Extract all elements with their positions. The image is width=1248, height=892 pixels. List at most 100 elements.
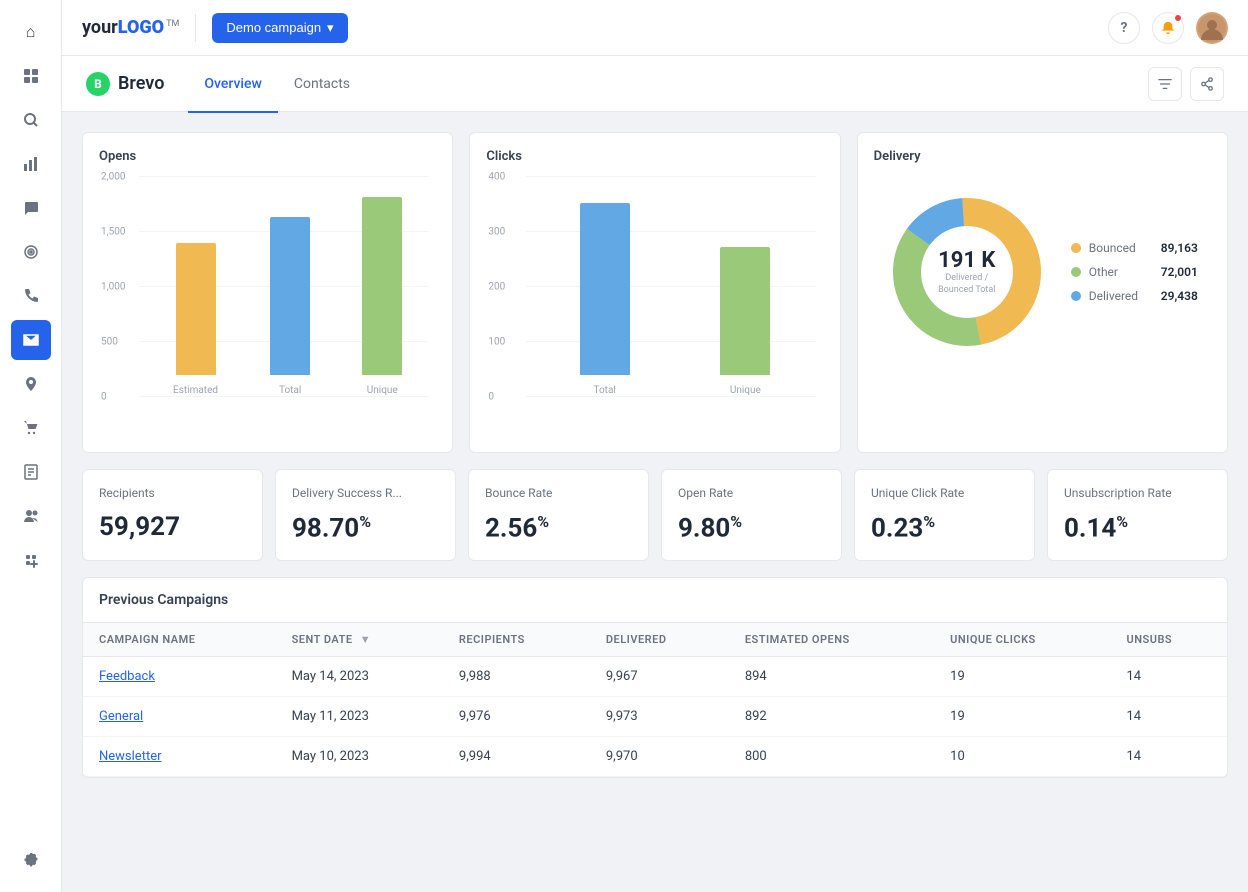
table-title: Previous Campaigns bbox=[83, 578, 1227, 623]
legend-delivered-value: 29,438 bbox=[1161, 289, 1198, 303]
legend-bounced-value: 89,163 bbox=[1161, 241, 1198, 255]
topbar-divider bbox=[195, 14, 196, 42]
recipients-feedback: 9,988 bbox=[443, 656, 590, 696]
sent-date-newsletter: May 10, 2023 bbox=[276, 736, 443, 776]
unique-clicks-feedback: 19 bbox=[934, 656, 1110, 696]
notification-button[interactable] bbox=[1152, 12, 1184, 44]
campaigns-table: CAMPAIGN NAME SENT DATE ▼ RECIPIENTS DEL… bbox=[83, 623, 1227, 777]
unique-clicks-newsletter: 10 bbox=[934, 736, 1110, 776]
stat-open-label: Open Rate bbox=[678, 486, 825, 500]
sort-icon: ▼ bbox=[360, 633, 371, 646]
phone-icon[interactable] bbox=[11, 276, 51, 316]
campaigns-table-card: Previous Campaigns CAMPAIGN NAME SENT DA… bbox=[82, 577, 1228, 778]
page-title: Brevo bbox=[118, 73, 164, 94]
stat-recipients-label: Recipients bbox=[99, 486, 246, 500]
campaign-name-feedback[interactable]: Feedback bbox=[83, 656, 276, 696]
report-icon[interactable] bbox=[11, 452, 51, 492]
col-unique-clicks: UNIQUE CLICKS bbox=[934, 623, 1110, 657]
opens-chart-title: Opens bbox=[99, 149, 436, 164]
plugin-icon[interactable] bbox=[11, 540, 51, 580]
location-icon[interactable] bbox=[11, 364, 51, 404]
legend-bounced-label: Bounced bbox=[1089, 241, 1153, 255]
donut-chart: 191 K Delivered /Bounced Total bbox=[887, 192, 1047, 352]
email-icon[interactable] bbox=[11, 320, 51, 360]
home-icon[interactable]: ⌂ bbox=[11, 12, 51, 52]
bar-unique: Unique bbox=[362, 197, 402, 396]
chevron-down-icon: ▾ bbox=[327, 20, 334, 36]
stat-open-rate: Open Rate 9.80% bbox=[661, 469, 842, 561]
delivered-newsletter: 9,970 bbox=[590, 736, 729, 776]
tabs: Overview Contacts bbox=[188, 56, 366, 111]
delivery-chart-title: Delivery bbox=[874, 149, 1211, 164]
logo-area: yourLOGO TM Demo campaign ▾ bbox=[82, 13, 348, 43]
col-sent-date[interactable]: SENT DATE ▼ bbox=[276, 623, 443, 657]
clicks-bar-unique: Unique bbox=[720, 247, 770, 396]
campaign-name-general[interactable]: General bbox=[83, 696, 276, 736]
stat-click-label: Unique Click Rate bbox=[871, 486, 1018, 500]
col-delivered: DELIVERED bbox=[590, 623, 729, 657]
opens-bars: Estimated Total Unique bbox=[147, 176, 428, 396]
chat-icon[interactable] bbox=[11, 188, 51, 228]
page-header-right bbox=[1148, 67, 1224, 101]
clicks-bar-total-fill bbox=[580, 203, 630, 375]
content-area: B Brevo Overview Contacts bbox=[62, 56, 1248, 892]
target-icon[interactable] bbox=[11, 232, 51, 272]
sent-date-feedback: May 14, 2023 bbox=[276, 656, 443, 696]
left-navigation: ⌂ bbox=[0, 0, 62, 892]
filter-button[interactable] bbox=[1148, 67, 1182, 101]
stat-bounce-rate: Bounce Rate 2.56% bbox=[468, 469, 649, 561]
opens-chart-card: Opens 2,000 1,500 1,000 500 0 Es bbox=[82, 132, 453, 453]
delivered-general: 9,973 bbox=[590, 696, 729, 736]
topbar-right: ? bbox=[1108, 12, 1228, 44]
donut-label: Delivered /Bounced Total bbox=[938, 273, 995, 296]
bar-unique-fill bbox=[362, 197, 402, 375]
main-wrapper: yourLOGO TM Demo campaign ▾ ? bbox=[62, 0, 1248, 892]
stat-click-value: 0.23% bbox=[871, 512, 1018, 544]
sent-date-general: May 11, 2023 bbox=[276, 696, 443, 736]
bar-estimated: Estimated bbox=[173, 243, 218, 396]
stat-unsub-value: 0.14% bbox=[1064, 512, 1211, 544]
legend-delivered-dot bbox=[1071, 291, 1081, 301]
est-opens-feedback: 894 bbox=[729, 656, 934, 696]
settings-icon[interactable] bbox=[11, 840, 51, 880]
unique-clicks-general: 19 bbox=[934, 696, 1110, 736]
col-est-opens: ESTIMATED OPENS bbox=[729, 623, 934, 657]
stat-delivery-label: Delivery Success R... bbox=[292, 486, 439, 500]
opens-bar-chart: 2,000 1,500 1,000 500 0 Estimated bbox=[99, 176, 436, 436]
search-icon[interactable] bbox=[11, 100, 51, 140]
stat-unsub-label: Unsubscription Rate bbox=[1064, 486, 1211, 500]
tab-overview[interactable]: Overview bbox=[188, 57, 277, 113]
delivery-legend: Bounced 89,163 Other 72,001 Delivered bbox=[1071, 241, 1198, 303]
stat-open-value: 9.80% bbox=[678, 512, 825, 544]
unsubs-general: 14 bbox=[1111, 696, 1228, 736]
stat-click-rate: Unique Click Rate 0.23% bbox=[854, 469, 1035, 561]
clicks-bar-chart: 400 300 200 100 0 Total bbox=[486, 176, 823, 436]
bar-estimated-fill bbox=[176, 243, 216, 375]
page-header: B Brevo Overview Contacts bbox=[62, 56, 1248, 112]
stats-row: Recipients 59,927 Delivery Success R... … bbox=[82, 469, 1228, 561]
cart-icon[interactable] bbox=[11, 408, 51, 448]
unsubs-feedback: 14 bbox=[1111, 656, 1228, 696]
legend-other-value: 72,001 bbox=[1161, 265, 1198, 279]
user-avatar[interactable] bbox=[1196, 12, 1228, 44]
stat-bounce-value: 2.56% bbox=[485, 512, 632, 544]
help-button[interactable]: ? bbox=[1108, 12, 1140, 44]
logo: yourLOGO TM bbox=[82, 17, 179, 38]
stat-delivery-success: Delivery Success R... 98.70% bbox=[275, 469, 456, 561]
campaign-name-newsletter[interactable]: Newsletter bbox=[83, 736, 276, 776]
share-button[interactable] bbox=[1190, 67, 1224, 101]
table-row: Newsletter May 10, 2023 9,994 9,970 800 … bbox=[83, 736, 1227, 776]
chart-icon[interactable] bbox=[11, 144, 51, 184]
clicks-bar-total: Total bbox=[580, 203, 630, 396]
bar-total: Total bbox=[270, 217, 310, 396]
recipients-general: 9,976 bbox=[443, 696, 590, 736]
clicks-bar-unique-fill bbox=[720, 247, 770, 375]
col-unsubs: UNSUBS bbox=[1111, 623, 1228, 657]
demo-campaign-button[interactable]: Demo campaign ▾ bbox=[212, 13, 347, 43]
clicks-bars: Total Unique bbox=[534, 176, 815, 396]
donut-value: 191 K bbox=[938, 248, 995, 273]
users-icon[interactable] bbox=[11, 496, 51, 536]
tab-contacts[interactable]: Contacts bbox=[278, 57, 366, 113]
legend-bounced: Bounced 89,163 bbox=[1071, 241, 1198, 255]
grid-icon[interactable] bbox=[11, 56, 51, 96]
